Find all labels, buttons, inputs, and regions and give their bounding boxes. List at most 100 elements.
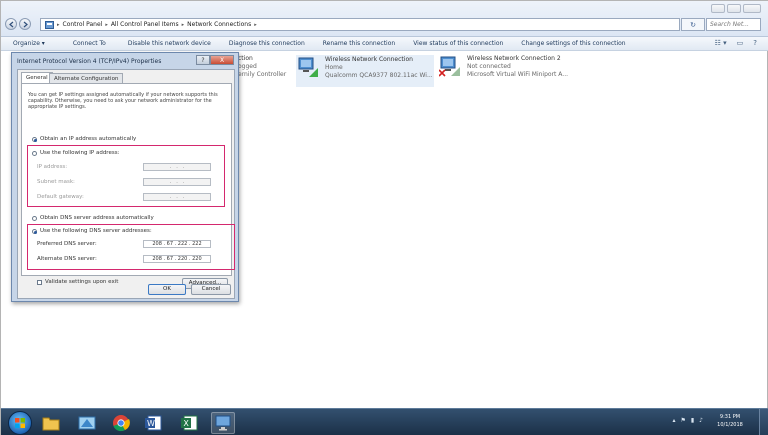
word-icon: W bbox=[145, 415, 162, 431]
taskbar-excel[interactable]: X bbox=[177, 412, 201, 434]
app-window-icon bbox=[78, 416, 96, 430]
view-status-button[interactable]: View status of this connection bbox=[413, 40, 503, 47]
obtain-ip-auto-radio[interactable]: Obtain an IP address automatically bbox=[32, 136, 136, 142]
arrow-right-icon bbox=[23, 21, 28, 28]
dialog-body: General Alternate Configuration You can … bbox=[17, 69, 235, 299]
radio-unselected-icon bbox=[32, 150, 37, 156]
clock-time: 9:31 PM bbox=[719, 414, 741, 420]
use-following-ip-radio[interactable]: Use the following IP address: bbox=[32, 150, 119, 156]
ok-button[interactable]: OK bbox=[148, 284, 186, 295]
taskbar-clock[interactable]: 9:31 PM 10/1/2018 bbox=[715, 413, 745, 429]
help-icon[interactable]: ? bbox=[753, 39, 757, 47]
preview-pane-icon[interactable]: ▭ bbox=[737, 39, 744, 47]
connection-adapter: Microsoft Virtual WiFi Miniport A... bbox=[467, 71, 569, 78]
obtain-dns-auto-label: Obtain DNS server address automatically bbox=[40, 215, 154, 221]
forward-button[interactable] bbox=[19, 18, 31, 30]
wireless-adapter-icon bbox=[297, 56, 319, 78]
preferred-dns-field[interactable]: 208 . 67 . 222 . 222 bbox=[143, 240, 211, 248]
cancel-button[interactable]: Cancel bbox=[191, 284, 231, 295]
window-controls bbox=[711, 4, 761, 13]
organize-menu[interactable]: Organize ▾ bbox=[13, 40, 45, 47]
list-item[interactable]: ction ogged ernily Controller bbox=[238, 55, 286, 87]
system-tray: ▴ ⚑ ▮ ♪ bbox=[672, 417, 703, 424]
radio-unselected-icon bbox=[32, 215, 37, 221]
dialog-window-buttons: ? X bbox=[196, 55, 234, 65]
folder-icon bbox=[42, 417, 60, 431]
intro-text: You can get IP settings assigned automat… bbox=[28, 92, 218, 110]
refresh-button[interactable]: ↻ bbox=[681, 18, 705, 31]
diagnose-button[interactable]: Diagnose this connection bbox=[229, 40, 305, 47]
use-following-dns-radio[interactable]: Use the following DNS server addresses: bbox=[32, 228, 152, 234]
dialog-title: Internet Protocol Version 4 (TCP/IPv4) P… bbox=[17, 58, 162, 65]
show-desktop-button[interactable] bbox=[759, 409, 768, 435]
breadcrumb-separator: ▸ bbox=[105, 21, 108, 28]
taskbar-word[interactable]: W bbox=[141, 412, 165, 434]
search-input[interactable]: Search Net... bbox=[706, 18, 761, 31]
action-center-icon[interactable]: ⚑ bbox=[680, 417, 685, 424]
taskbar-network-connections[interactable] bbox=[211, 412, 235, 434]
windows-logo-icon bbox=[15, 418, 25, 428]
clock-date: 10/1/2018 bbox=[717, 422, 743, 428]
minimize-button[interactable] bbox=[711, 4, 725, 13]
radio-selected-icon bbox=[32, 228, 37, 234]
refresh-icon: ↻ bbox=[690, 20, 696, 29]
connection-adapter: Qualcomm QCA9377 802.11ac Wi... bbox=[325, 72, 433, 79]
control-panel-icon bbox=[45, 20, 54, 29]
ip-address-field[interactable]: . . . bbox=[143, 163, 211, 171]
volume-icon[interactable]: ♪ bbox=[699, 417, 703, 424]
general-tab-panel: You can get IP settings assigned automat… bbox=[21, 83, 235, 289]
svg-text:X: X bbox=[183, 419, 189, 428]
view-controls: ☷ ▾ ▭ ? bbox=[715, 39, 757, 47]
breadcrumb-separator: ▸ bbox=[254, 21, 257, 28]
taskbar-app[interactable] bbox=[75, 412, 99, 434]
connection-status: ogged bbox=[238, 63, 257, 70]
taskbar-explorer[interactable] bbox=[39, 412, 63, 434]
arrow-left-icon bbox=[9, 21, 14, 28]
breadcrumb-network-connections[interactable]: Network Connections bbox=[187, 21, 251, 28]
show-hidden-icons-icon[interactable]: ▴ bbox=[672, 417, 675, 424]
breadcrumb-separator: ▸ bbox=[181, 21, 185, 28]
svg-text:W: W bbox=[147, 419, 155, 428]
default-gateway-field[interactable]: . . . bbox=[143, 193, 211, 201]
connection-name: Wireless Network Connection 2 bbox=[467, 55, 561, 62]
explorer-address-row: ▸ Control Panel ▸ All Control Panel Item… bbox=[1, 1, 768, 37]
subnet-mask-label: Subnet mask: bbox=[37, 179, 75, 185]
connect-to-button[interactable]: Connect To bbox=[73, 40, 106, 47]
close-button[interactable] bbox=[743, 4, 761, 13]
list-item[interactable]: Wireless Network Connection Home Qualcom… bbox=[296, 55, 434, 87]
wireless-adapter-disconnected-icon bbox=[438, 55, 461, 77]
breadcrumb-separator: ▸ bbox=[57, 21, 60, 28]
breadcrumb-control-panel[interactable]: Control Panel bbox=[63, 21, 103, 28]
maximize-button[interactable] bbox=[727, 4, 741, 13]
ipv4-properties-dialog: Internet Protocol Version 4 (TCP/IPv4) P… bbox=[11, 52, 239, 302]
connection-name: Wireless Network Connection bbox=[325, 56, 413, 63]
dialog-help-button[interactable]: ? bbox=[196, 55, 210, 65]
view-options-icon[interactable]: ☷ ▾ bbox=[715, 39, 727, 47]
desktop-screen: ▸ Control Panel ▸ All Control Panel Item… bbox=[0, 0, 768, 435]
connection-status: Home bbox=[325, 64, 343, 71]
back-button[interactable] bbox=[5, 18, 17, 30]
default-gateway-label: Default gateway: bbox=[37, 194, 84, 200]
connection-adapter: ernily Controller bbox=[238, 71, 287, 78]
list-item[interactable]: Wireless Network Connection 2 Not connec… bbox=[438, 55, 579, 87]
taskbar: W X ▴ ⚑ ▮ ♪ 9:31 PM 10/1/2018 bbox=[1, 408, 768, 435]
alternate-dns-field[interactable]: 208 . 67 . 220 . 220 bbox=[143, 255, 211, 263]
start-button[interactable] bbox=[8, 411, 32, 435]
validate-settings-checkbox[interactable]: Validate settings upon exit bbox=[37, 279, 118, 285]
address-bar[interactable]: ▸ Control Panel ▸ All Control Panel Item… bbox=[40, 18, 680, 31]
use-following-dns-label: Use the following DNS server addresses: bbox=[40, 228, 152, 234]
dialog-close-button[interactable]: X bbox=[210, 55, 234, 65]
excel-icon: X bbox=[181, 415, 198, 431]
subnet-mask-field[interactable]: . . . bbox=[143, 178, 211, 186]
change-settings-button[interactable]: Change settings of this connection bbox=[521, 40, 625, 47]
connection-name: ction bbox=[238, 55, 253, 62]
breadcrumb-all-items[interactable]: All Control Panel Items bbox=[111, 21, 179, 28]
network-status-icon[interactable]: ▮ bbox=[691, 417, 694, 424]
checkbox-icon bbox=[37, 279, 42, 285]
obtain-dns-auto-radio[interactable]: Obtain DNS server address automatically bbox=[32, 215, 154, 221]
taskbar-chrome[interactable] bbox=[109, 412, 133, 434]
preferred-dns-label: Preferred DNS server: bbox=[37, 241, 97, 247]
validate-settings-label: Validate settings upon exit bbox=[45, 279, 119, 285]
disable-device-button[interactable]: Disable this network device bbox=[128, 40, 211, 47]
rename-button[interactable]: Rename this connection bbox=[323, 40, 395, 47]
